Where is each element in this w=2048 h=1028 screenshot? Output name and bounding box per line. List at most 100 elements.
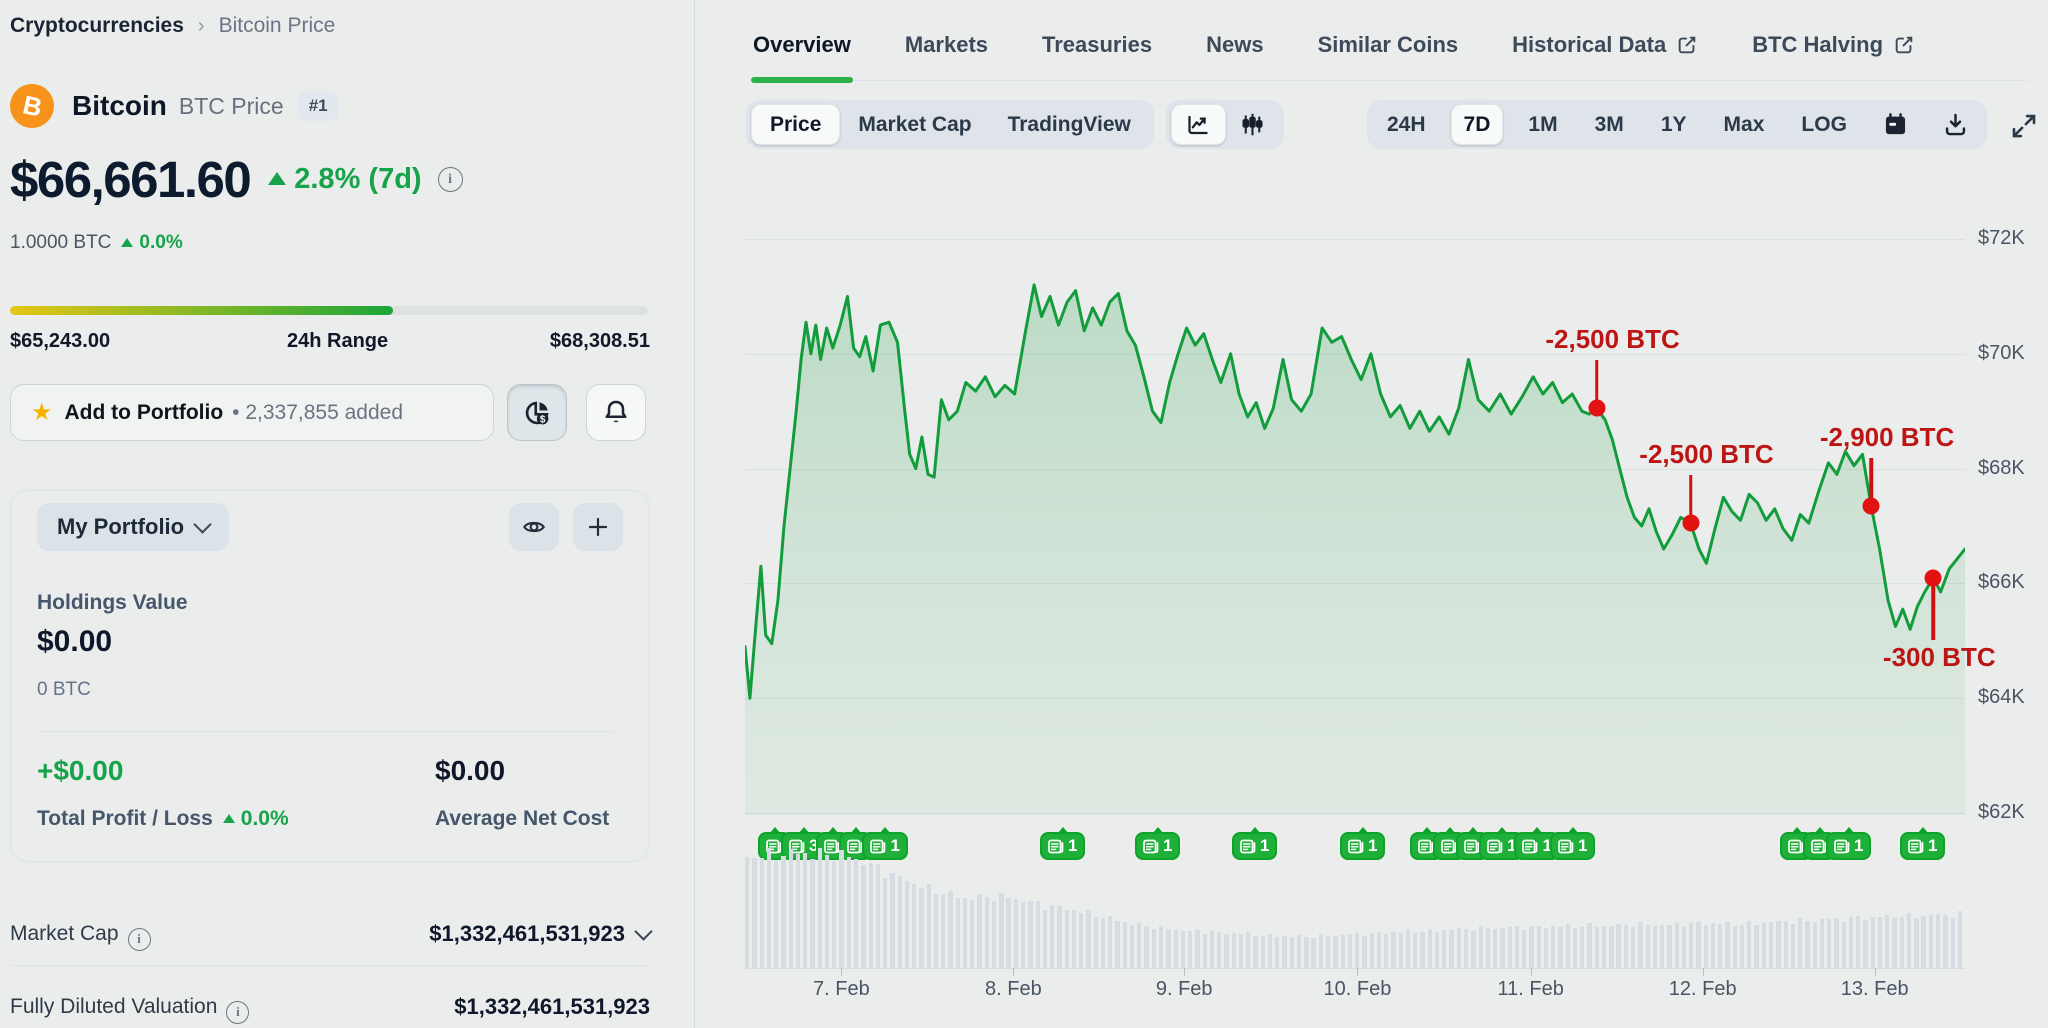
tab-markets[interactable]: Markets xyxy=(903,18,990,80)
volume-bar xyxy=(1486,928,1490,968)
volume-bar xyxy=(1297,935,1301,968)
add-transaction-button[interactable] xyxy=(573,503,623,551)
volume-bar xyxy=(1805,921,1809,968)
tab-treasuries[interactable]: Treasuries xyxy=(1040,18,1154,80)
annotation-label: -2,500 BTC xyxy=(1639,439,1773,470)
stat-row-market-cap: Market Capi$1,332,461,531,923 xyxy=(10,919,650,953)
metric-toggle-group: PriceMarket CapTradingView xyxy=(746,100,1154,149)
volume-bar xyxy=(1936,914,1940,968)
volume-bar xyxy=(752,858,756,968)
metric-tab-price[interactable]: Price xyxy=(751,104,840,145)
metric-tab-market-cap[interactable]: Market Cap xyxy=(840,105,989,144)
volume-bar xyxy=(1871,917,1875,969)
volume-bar xyxy=(992,901,996,968)
coin-header: B Bitcoin BTC Price #1 xyxy=(10,84,339,128)
metric-tab-tradingview[interactable]: TradingView xyxy=(990,105,1149,144)
volume-bar xyxy=(1341,935,1345,968)
breadcrumb-current: Bitcoin Price xyxy=(219,14,336,38)
watch-portfolio-button[interactable] xyxy=(509,503,559,551)
volume-bar xyxy=(1660,925,1664,968)
volume-bar xyxy=(927,884,931,968)
info-icon[interactable]: i xyxy=(226,1001,249,1024)
volume-bar xyxy=(1253,936,1257,968)
volume-bar xyxy=(1762,923,1766,968)
volume-bar xyxy=(796,854,800,968)
download-button[interactable] xyxy=(1932,105,1979,144)
btc-unit-price: 1.0000 BTC xyxy=(10,232,111,254)
range-7d[interactable]: 7D xyxy=(1451,104,1504,145)
chart-style-candlestick-icon[interactable] xyxy=(1226,105,1279,144)
volume-bar xyxy=(1580,927,1584,968)
annotation-dot xyxy=(1925,569,1942,586)
tab-btc-halving[interactable]: BTC Halving xyxy=(1750,18,1917,80)
volume-bar xyxy=(1900,917,1904,968)
chart-style-line-chart-icon[interactable] xyxy=(1171,104,1226,145)
volume-bar xyxy=(1827,919,1831,968)
volume-bar xyxy=(1515,926,1519,968)
volume-bar xyxy=(1319,934,1323,968)
range-1m[interactable]: 1M xyxy=(1516,105,1569,144)
range-1y[interactable]: 1Y xyxy=(1649,105,1699,144)
volume-bar xyxy=(1043,910,1047,969)
info-icon[interactable]: i xyxy=(438,167,463,192)
volume-bar xyxy=(1522,930,1526,968)
annotation-dot xyxy=(1588,400,1605,417)
expand-icon xyxy=(2009,111,2039,141)
volume-bar xyxy=(890,873,894,968)
add-to-portfolio-button[interactable]: ★ Add to Portfolio • 2,337,855 added xyxy=(10,384,494,441)
volume-bar xyxy=(1878,917,1882,968)
price-alert-button[interactable] xyxy=(586,384,646,441)
volume-bar xyxy=(1914,918,1918,968)
x-axis-tick xyxy=(1875,968,1876,976)
volume-bar xyxy=(745,857,749,968)
annotation-stem xyxy=(1932,578,1936,640)
arrow-up-icon xyxy=(121,238,133,247)
volume-bar xyxy=(1907,913,1911,968)
portfolio-selector-label: My Portfolio xyxy=(57,514,184,540)
chevron-right-icon: › xyxy=(198,15,205,38)
x-axis-tick xyxy=(841,968,842,976)
fullscreen-button[interactable] xyxy=(2003,110,2045,142)
volume-bar xyxy=(1508,927,1512,968)
volume-bar xyxy=(1798,918,1802,968)
tab-overview[interactable]: Overview xyxy=(751,18,853,80)
info-icon[interactable]: i xyxy=(128,928,151,951)
volume-bar xyxy=(1500,928,1504,968)
range-max[interactable]: Max xyxy=(1712,105,1777,144)
coin-symbol-label: BTC Price xyxy=(179,93,284,120)
volume-bar xyxy=(1856,916,1860,968)
range-high: $68,308.51 xyxy=(550,330,650,353)
tab-historical-data[interactable]: Historical Data xyxy=(1510,18,1700,80)
volume-bar xyxy=(1028,901,1032,968)
range-3m[interactable]: 3M xyxy=(1583,105,1636,144)
tab-similar-coins[interactable]: Similar Coins xyxy=(1316,18,1461,80)
volume-bar xyxy=(999,893,1003,968)
x-axis-label: 9. Feb xyxy=(1156,978,1213,1001)
volume-bar xyxy=(1101,918,1105,968)
star-icon: ★ xyxy=(31,398,53,427)
x-axis-label: 8. Feb xyxy=(985,978,1042,1001)
volume-bar xyxy=(760,858,764,968)
volume-bar xyxy=(1239,934,1243,968)
range-log[interactable]: LOG xyxy=(1789,105,1859,144)
tab-news[interactable]: News xyxy=(1204,18,1265,80)
portfolio-chart-button[interactable]: $ xyxy=(507,384,567,441)
volume-bar xyxy=(948,891,952,968)
volume-bar xyxy=(1311,938,1315,968)
volume-bar xyxy=(1072,910,1076,968)
volume-bar xyxy=(1384,934,1388,968)
price-chart[interactable]: -2,500 BTC-2,500 BTC-2,900 BTC-300 BTC xyxy=(745,195,1965,815)
btc-price-row: 1.0000 BTC 0.0% xyxy=(10,232,183,254)
range-24h[interactable]: 24H xyxy=(1375,105,1438,144)
chevron-down-icon[interactable] xyxy=(634,922,652,940)
x-axis-tick xyxy=(1013,968,1014,976)
volume-bar xyxy=(1704,925,1708,968)
stat-label: Fully Diluted Valuationi xyxy=(10,995,249,1024)
volume-bar xyxy=(1065,910,1069,968)
calendar-button[interactable] xyxy=(1872,105,1919,144)
volume-bar xyxy=(1834,918,1838,968)
price-row: $66,661.60 2.8% (7d) i xyxy=(10,150,463,209)
portfolio-selector[interactable]: My Portfolio xyxy=(37,503,229,551)
volume-bar xyxy=(810,859,814,969)
breadcrumb-root[interactable]: Cryptocurrencies xyxy=(10,14,184,38)
